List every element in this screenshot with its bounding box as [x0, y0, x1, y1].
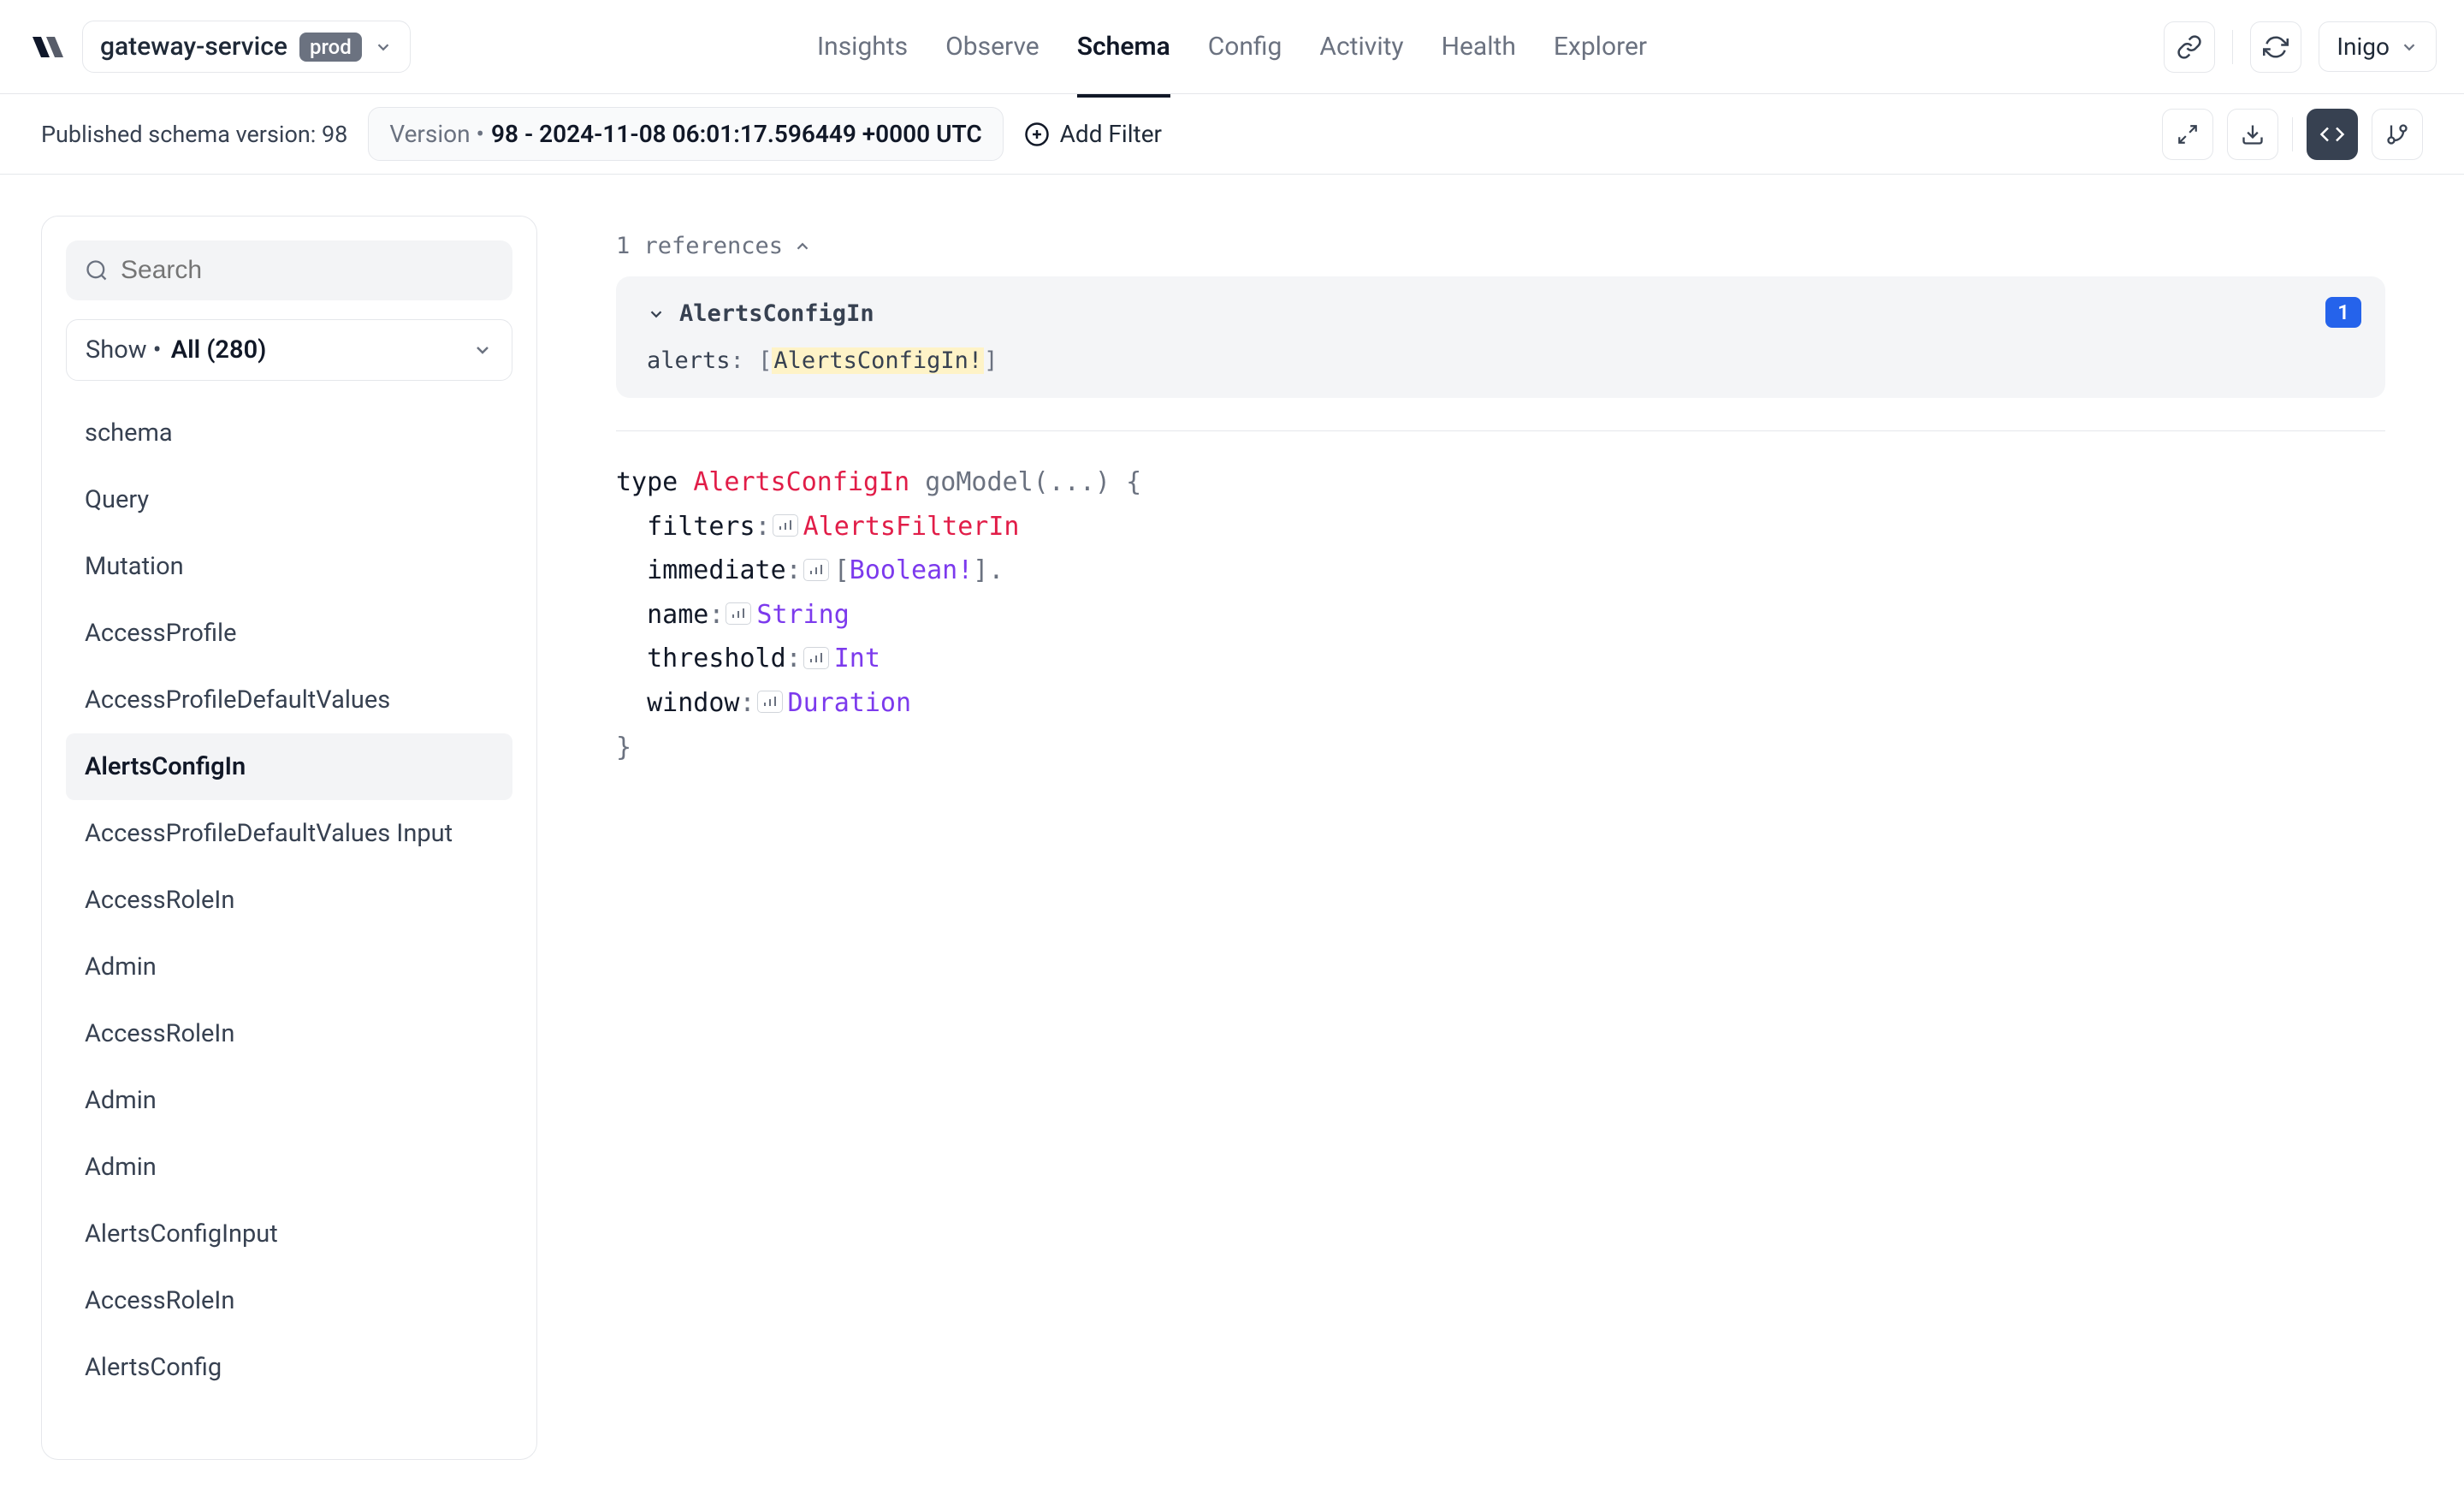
- reference-box: AlertsConfigIn alerts: [AlertsConfigIn!]…: [616, 276, 2385, 398]
- user-name: Inigo: [2337, 33, 2390, 61]
- env-badge: prod: [299, 33, 362, 62]
- type-list-item[interactable]: AccessProfileDefaultValues Input: [66, 800, 512, 867]
- header-actions: Inigo: [2164, 21, 2437, 73]
- nav-observe[interactable]: Observe: [945, 0, 1040, 94]
- separator: [2232, 30, 2233, 64]
- separator: [2292, 117, 2293, 151]
- chevron-down-icon: [374, 38, 393, 56]
- nav-activity[interactable]: Activity: [1319, 0, 1403, 94]
- version-selector[interactable]: Version • 98 - 2024-11-08 06:01:17.59644…: [368, 107, 1003, 161]
- subheader-actions: [2162, 109, 2423, 160]
- references-toggle[interactable]: 1 references: [616, 233, 2385, 259]
- type-list-item[interactable]: AlertsConfig: [66, 1334, 512, 1401]
- logo: [27, 28, 65, 66]
- type-list-item[interactable]: Admin: [66, 1134, 512, 1201]
- type-list-item[interactable]: AccessProfileDefaultValues: [66, 667, 512, 733]
- stats-icon[interactable]: [726, 602, 751, 625]
- search-box[interactable]: [66, 240, 512, 300]
- type-list-item[interactable]: AccessRoleIn: [66, 1000, 512, 1067]
- type-list: schemaQueryMutationAccessProfileAccessPr…: [66, 400, 512, 1435]
- stats-icon[interactable]: [803, 647, 829, 669]
- type-list-item[interactable]: Admin: [66, 1067, 512, 1134]
- plus-circle-icon: [1024, 122, 1050, 147]
- type-list-item[interactable]: AlertsConfigInput: [66, 1201, 512, 1267]
- search-icon: [85, 258, 109, 282]
- schema-code: type AlertsConfigIn goModel(...) {filter…: [616, 460, 2385, 769]
- subheader: Published schema version: 98 Version • 9…: [0, 94, 2464, 175]
- nav-insights[interactable]: Insights: [817, 0, 908, 94]
- stats-icon[interactable]: [803, 559, 829, 581]
- expand-button[interactable]: [2162, 109, 2213, 160]
- nav-schema[interactable]: Schema: [1077, 0, 1170, 98]
- branch-view-button[interactable]: [2372, 109, 2423, 160]
- type-list-item[interactable]: AccessProfile: [66, 600, 512, 667]
- user-menu[interactable]: Inigo: [2319, 21, 2437, 72]
- reference-header[interactable]: AlertsConfigIn: [647, 300, 2354, 327]
- chevron-down-icon: [2400, 38, 2419, 56]
- chevron-down-icon: [472, 340, 493, 360]
- stats-icon[interactable]: [757, 691, 783, 713]
- sidebar: Show • All (280) schemaQueryMutationAcce…: [41, 216, 537, 1460]
- service-name: gateway-service: [100, 32, 287, 62]
- type-list-item[interactable]: AccessRoleIn: [66, 867, 512, 934]
- main-nav: Insights Observe Schema Config Activity …: [817, 0, 1647, 94]
- link-button[interactable]: [2164, 21, 2215, 73]
- nav-health[interactable]: Health: [1442, 0, 1516, 94]
- search-input[interactable]: [121, 256, 494, 285]
- download-button[interactable]: [2227, 109, 2278, 160]
- stats-icon[interactable]: [773, 514, 798, 537]
- header: gateway-service prod Insights Observe Sc…: [0, 0, 2464, 94]
- nav-config[interactable]: Config: [1208, 0, 1282, 94]
- published-version-label: Published schema version: 98: [41, 121, 347, 148]
- type-list-item[interactable]: AccessRoleIn: [66, 1267, 512, 1334]
- reference-count-badge: 1: [2325, 297, 2361, 328]
- code-view-button[interactable]: [2307, 109, 2358, 160]
- type-list-item[interactable]: schema: [66, 400, 512, 466]
- type-list-item[interactable]: Admin: [66, 934, 512, 1000]
- type-list-item[interactable]: AlertsConfigIn: [66, 733, 512, 800]
- show-filter-dropdown[interactable]: Show • All (280): [66, 319, 512, 381]
- type-list-item[interactable]: Mutation: [66, 533, 512, 600]
- reference-body: alerts: [AlertsConfigIn!]: [647, 347, 2354, 374]
- chevron-down-icon: [647, 305, 666, 323]
- body: Show • All (280) schemaQueryMutationAcce…: [0, 175, 2464, 1501]
- type-list-item[interactable]: Query: [66, 466, 512, 533]
- refresh-button[interactable]: [2250, 21, 2301, 73]
- service-selector[interactable]: gateway-service prod: [82, 21, 411, 73]
- chevron-up-icon: [793, 237, 812, 256]
- main-content: 1 references AlertsConfigIn alerts: [Ale…: [578, 216, 2423, 1460]
- nav-explorer[interactable]: Explorer: [1554, 0, 1647, 94]
- divider: [616, 430, 2385, 431]
- add-filter-button[interactable]: Add Filter: [1024, 120, 1162, 148]
